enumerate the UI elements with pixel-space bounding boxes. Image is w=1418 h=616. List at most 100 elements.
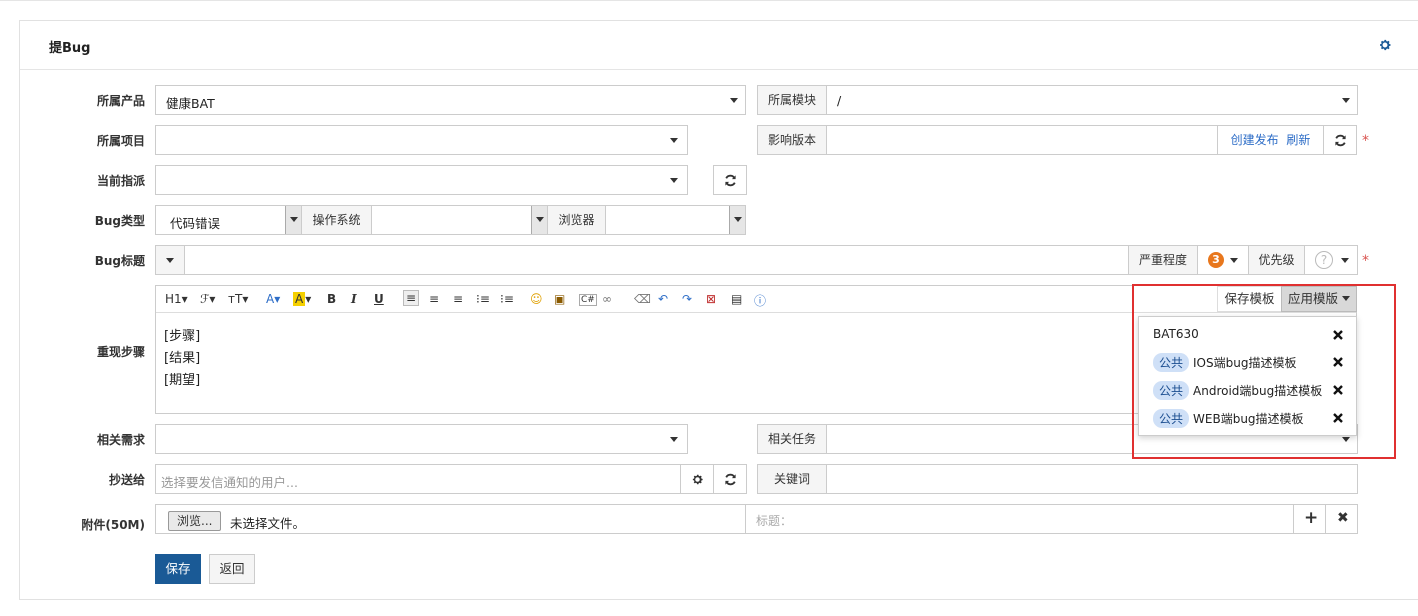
- fullscreen-icon[interactable]: ⊠: [706, 292, 716, 306]
- product-label: 所属产品: [96, 94, 145, 108]
- gear-icon[interactable]: [1378, 38, 1392, 52]
- mailto-label: 抄送给: [108, 473, 145, 487]
- keywords-label: 关键词: [757, 464, 827, 494]
- highlight-icon[interactable]: A ▾: [293, 292, 311, 306]
- file-input[interactable]: 浏览... 未选择文件。: [155, 504, 746, 534]
- severity-badge: 3: [1208, 252, 1224, 268]
- task-label: 相关任务: [757, 424, 827, 454]
- chevron-down-icon: [166, 258, 174, 263]
- chevron-down-icon: [670, 437, 678, 442]
- bug-type-value: 代码错误: [170, 216, 221, 231]
- refresh-mailto-button[interactable]: [713, 464, 747, 494]
- module-value: /: [837, 93, 842, 108]
- emoticon-icon[interactable]: ☺: [530, 292, 543, 306]
- product-select[interactable]: 健康BAT: [155, 85, 746, 115]
- align-center-icon[interactable]: ≡: [429, 292, 439, 306]
- underline-icon[interactable]: U: [374, 292, 384, 306]
- chevron-down-icon: [670, 178, 678, 183]
- priority-badge: ?: [1315, 251, 1333, 269]
- story-label: 相关需求: [96, 433, 145, 447]
- remove-file-button[interactable]: ✖: [1325, 504, 1358, 534]
- help-icon[interactable]: ⓘ: [754, 292, 766, 309]
- required-star: *: [1362, 133, 1369, 149]
- build-select[interactable]: [826, 125, 1218, 155]
- code-icon[interactable]: C#: [579, 294, 597, 306]
- project-select[interactable]: [155, 125, 688, 155]
- chevron-down-icon: [1230, 258, 1238, 263]
- story-select[interactable]: [155, 424, 688, 454]
- chevron-down-icon: [290, 217, 298, 222]
- bug-title-input[interactable]: [184, 245, 1129, 275]
- user-settings-button[interactable]: [680, 464, 714, 494]
- build-actions: 创建发布 刷新: [1217, 125, 1324, 155]
- module-select[interactable]: /: [826, 85, 1358, 115]
- browser-label: 浏览器: [547, 205, 606, 235]
- refresh-users-button[interactable]: [713, 165, 747, 195]
- bold-icon[interactable]: B: [327, 292, 336, 306]
- back-button[interactable]: 返回: [209, 554, 255, 584]
- mailto-input[interactable]: 选择要发信通知的用户...: [155, 464, 681, 494]
- gear-icon: [692, 474, 703, 485]
- align-left-icon[interactable]: ≡: [403, 290, 420, 306]
- os-select[interactable]: [371, 205, 548, 235]
- priority-select[interactable]: ?: [1304, 245, 1358, 275]
- italic-icon[interactable]: I: [351, 292, 357, 306]
- severity-label: 严重程度: [1128, 245, 1198, 275]
- panel-header: 提Bug: [20, 21, 1418, 70]
- dropdown-toggle[interactable]: [285, 206, 301, 234]
- assign-label: 当前指派: [96, 174, 145, 188]
- align-right-icon[interactable]: ≡: [453, 292, 463, 306]
- editor-line: [期望]: [164, 373, 201, 388]
- file-title-placeholder: 标题：: [756, 514, 793, 528]
- project-label: 所属项目: [96, 134, 145, 148]
- chevron-down-icon: [536, 217, 544, 222]
- browse-button[interactable]: 浏览...: [168, 511, 222, 531]
- font-size-icon[interactable]: тT▾: [228, 292, 248, 306]
- link-icon[interactable]: ∞: [602, 292, 612, 306]
- assign-select[interactable]: [155, 165, 688, 195]
- chevron-down-icon: [1341, 258, 1349, 263]
- close-icon: ✖: [1337, 510, 1349, 526]
- bug-title-label: Bug标题: [94, 254, 145, 268]
- page-title: 提Bug: [49, 41, 91, 56]
- dropdown-toggle[interactable]: [531, 206, 547, 234]
- chevron-down-icon: [734, 217, 742, 222]
- font-family-icon[interactable]: ℱ▾: [200, 292, 215, 306]
- font-color-icon[interactable]: A▾: [266, 292, 280, 306]
- refresh-link[interactable]: 刷新: [1286, 133, 1310, 147]
- refresh-icon: [725, 473, 736, 486]
- create-release-link[interactable]: 创建发布: [1231, 133, 1279, 147]
- unordered-list-icon[interactable]: ⁝≡: [500, 292, 514, 306]
- required-star: *: [1362, 253, 1369, 269]
- chevron-down-icon: [730, 98, 738, 103]
- browser-select[interactable]: [605, 205, 746, 235]
- redo-icon[interactable]: ↷: [682, 292, 692, 306]
- refresh-icon: [1335, 134, 1346, 147]
- title-color-button[interactable]: [155, 245, 185, 275]
- bug-type-select[interactable]: 代码错误: [155, 205, 302, 235]
- save-button[interactable]: 保存: [155, 554, 201, 584]
- files-label: 附件(50M): [81, 518, 145, 532]
- chevron-down-icon: [1342, 98, 1350, 103]
- undo-icon[interactable]: ↶: [658, 292, 668, 306]
- file-title-input[interactable]: 标题：: [745, 504, 1294, 534]
- image-icon[interactable]: ▣: [554, 292, 565, 306]
- refresh-builds-button[interactable]: [1323, 125, 1357, 155]
- product-value: 健康BAT: [166, 96, 215, 111]
- severity-select[interactable]: 3: [1197, 245, 1249, 275]
- highlight-annotation: [1132, 284, 1396, 459]
- os-label: 操作系统: [301, 205, 372, 235]
- keywords-input[interactable]: [826, 464, 1358, 494]
- refresh-icon: [725, 174, 736, 187]
- editor-line: [结果]: [164, 351, 201, 366]
- editor-line: [步骤]: [164, 329, 201, 344]
- paste-icon[interactable]: ▤: [731, 292, 742, 306]
- add-file-button[interactable]: +: [1293, 504, 1326, 534]
- ordered-list-icon[interactable]: ⁝≡: [476, 292, 490, 306]
- chevron-down-icon: [670, 138, 678, 143]
- dropdown-toggle[interactable]: [729, 206, 745, 234]
- priority-label: 优先级: [1248, 245, 1305, 275]
- heading-icon[interactable]: H1▾: [165, 292, 188, 306]
- eraser-icon[interactable]: ⌫: [634, 292, 651, 306]
- no-file-text: 未选择文件。: [230, 516, 306, 531]
